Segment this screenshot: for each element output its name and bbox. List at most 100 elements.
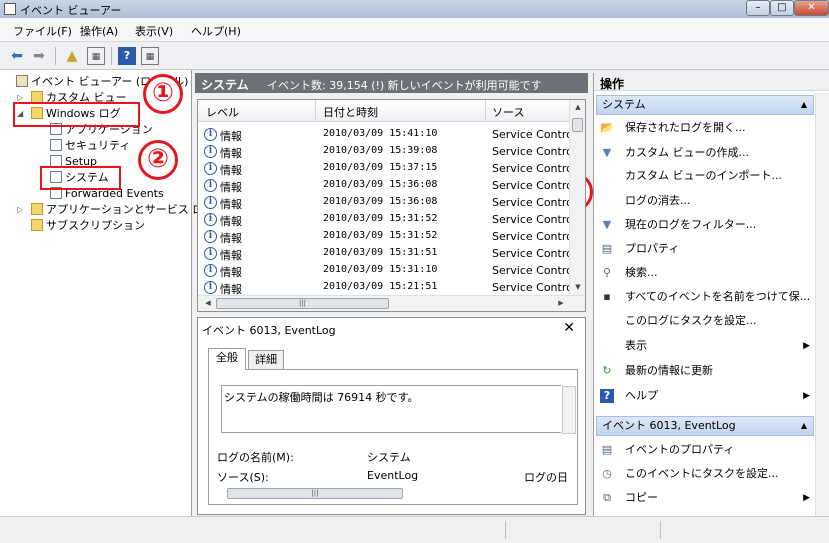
filter-icon: ▼ [602,146,612,159]
menu-bar: ファイル(F) 操作(A) 表示(V) ヘルプ(H) [0,18,829,42]
log-title: システム [201,78,249,92]
event-detail-pane: イベント 6013, EventLog ✕ 全般 詳細 システムの稼働時間は 7… [197,317,586,515]
menu-help[interactable]: ヘルプ(H) [191,23,241,39]
open-folder-icon: 📂 [600,121,614,134]
log-date-label: ログの日 [524,471,568,484]
submenu-arrow-icon: ▶ [803,493,810,503]
filter-icon: ▼ [602,218,612,231]
table-row[interactable]: i 情報 2010/03/09 15:41:10 Service Control [198,126,570,143]
collapse-caret-icon: ▲ [800,100,807,109]
status-separator [660,521,661,539]
up-folder-icon[interactable]: ▲ [63,47,81,65]
log-name-value: システム [367,451,411,464]
event-message: システムの稼働時間は 76914 秒です。 [224,391,419,404]
action-find[interactable]: ⚲ 検索... [598,263,810,283]
event-list: レベル 日付と時刻 ソース i 情報 2010/03/09 15:41:10 Serv… [197,99,586,312]
source-label: ソース(S): [217,471,269,484]
table-row[interactable]: i 情報 2010/03/09 15:39:08 Service Control [198,143,570,160]
event-list-vertical-scrollbar[interactable]: ▲ ▼ [569,100,585,297]
general-tab-body: システムの稼働時間は 76914 秒です。 ログの名前(M): システム ソース… [208,369,578,505]
actions-pane: 操作 システム ▲ 📂 保存されたログを開く... ▼ カスタム ビューの作成... … [593,73,829,516]
info-icon: i [204,213,217,226]
scroll-up-icon[interactable]: ▲ [570,103,585,111]
action-filter-current-log[interactable]: ▼ 現在のログをフィルター... [598,215,810,235]
close-icon[interactable]: ✕ [563,320,575,336]
action-import-custom-view[interactable]: カスタム ビューのインポート... [598,166,810,186]
toolbar-separator [55,47,56,65]
action-attach-task-to-event[interactable]: ◷ このイベントにタスクを設定... [598,464,810,484]
column-date[interactable]: 日付と時刻 [323,104,378,120]
binoculars-icon: ⚲ [602,266,612,279]
close-button[interactable]: ✕ [794,0,829,16]
copy-icon: ⧉ [603,491,611,504]
status-bar [0,516,829,543]
maximize-button[interactable]: □ [770,0,794,16]
log-icon [50,139,62,151]
action-help[interactable]: ? ヘルプ ▶ [598,386,810,406]
column-separator [315,100,316,122]
forward-arrow-icon[interactable]: ➡ [30,47,48,65]
table-row[interactable]: i 情報 2010/03/09 15:31:51 Service Control [198,245,570,262]
scrollbar-thumb[interactable]: ||| [216,298,389,309]
actions-group-system[interactable]: システム ▲ [596,95,814,115]
table-row[interactable]: i 情報 2010/03/09 15:31:10 Service Control [198,262,570,279]
column-source[interactable]: ソース [492,104,524,120]
action-event-properties[interactable]: ▤ イベントのプロパティ [598,440,810,460]
action-copy[interactable]: ⧉ コピー ▶ [598,488,810,508]
action-save-all-events[interactable]: ▪ すべてのイベントを名前をつけて保... [598,287,810,307]
scroll-left-icon[interactable]: ◀ [200,299,216,307]
tree-item-subscriptions[interactable]: サブスクリプション [31,218,145,234]
scroll-down-icon[interactable]: ▼ [570,283,585,291]
minimize-button[interactable]: – [746,0,770,16]
title-bar: イベント ビューアー – □ ✕ [0,0,829,18]
navigation-tree: イベント ビューアー (ローカル) ▷ カスタム ビュー ◢ Windows ロ… [0,70,214,516]
highlight-box-system [40,166,121,190]
tree-item-security[interactable]: セキュリティ [50,138,130,154]
action-clear-log[interactable]: ログの消去... [598,191,810,211]
help-icon[interactable]: ? [118,47,136,65]
table-row[interactable]: i 情報 2010/03/09 15:36:08 Service Control [198,194,570,211]
event-list-horizontal-scrollbar[interactable]: ◀ ||| ▶ [198,295,585,311]
source-value: EventLog [367,469,419,482]
expand-arrow-icon[interactable]: ▷ [17,202,23,218]
folder-icon [31,203,43,215]
action-view[interactable]: 表示 ▶ [598,336,810,356]
column-level[interactable]: レベル [206,104,239,120]
scroll-right-icon[interactable]: ▶ [553,299,569,307]
table-row[interactable]: i 情報 2010/03/09 15:31:52 Service Control [198,211,570,228]
info-icon: i [204,162,217,175]
tree-item-apps-services[interactable]: アプリケーションとサービス ログ [31,202,214,218]
action-properties[interactable]: ▤ プロパティ [598,239,810,259]
table-row[interactable]: i 情報 2010/03/09 15:37:15 Service Control [198,160,570,177]
properties-icon: ▤ [601,443,613,456]
save-disk-icon: ▪ [603,290,611,303]
back-arrow-icon[interactable]: ⬅ [8,47,26,65]
table-row[interactable]: i 情報 2010/03/09 15:31:52 Service Control [198,228,570,245]
window-title: イベント ビューアー [20,4,122,17]
action-refresh[interactable]: ↻ 最新の情報に更新 [598,361,810,381]
tab-general[interactable]: 全般 [208,348,246,370]
table-row[interactable]: i 情報 2010/03/09 15:36:08 Service Control [198,177,570,194]
show-action-pane-icon[interactable]: ▦ [141,47,159,65]
show-hide-tree-icon[interactable]: ▦ [87,47,105,65]
column-separator [485,100,486,122]
tab-details[interactable]: 詳細 [248,350,284,370]
collapse-caret-icon: ▲ [800,421,807,430]
action-create-custom-view[interactable]: ▼ カスタム ビューの作成... [598,143,810,163]
actions-group-event[interactable]: イベント 6013, EventLog ▲ [596,416,814,436]
menu-file[interactable]: ファイル(F) [13,23,72,39]
action-open-saved-log[interactable]: 📂 保存されたログを開く... [598,118,810,138]
event-message-box: システムの稼働時間は 76914 秒です。 [221,385,576,434]
scrollbar-thumb[interactable] [572,118,583,132]
actions-vertical-scrollbar[interactable] [815,93,829,516]
event-rows: i 情報 2010/03/09 15:41:10 Service Control i情… [198,126,570,296]
info-icon: i [204,145,217,158]
info-icon: i [204,179,217,192]
info-icon: i [204,281,217,294]
message-scrollbar[interactable] [562,386,576,434]
action-attach-task-to-log[interactable]: このログにタスクを設定... [598,311,810,331]
menu-action[interactable]: 操作(A) [80,23,118,39]
table-row[interactable]: i 情報 2010/03/09 15:21:51 Service Control [198,279,570,296]
menu-view[interactable]: 表示(V) [135,23,173,39]
detail-horizontal-scrollbar[interactable]: ||| [227,488,403,499]
